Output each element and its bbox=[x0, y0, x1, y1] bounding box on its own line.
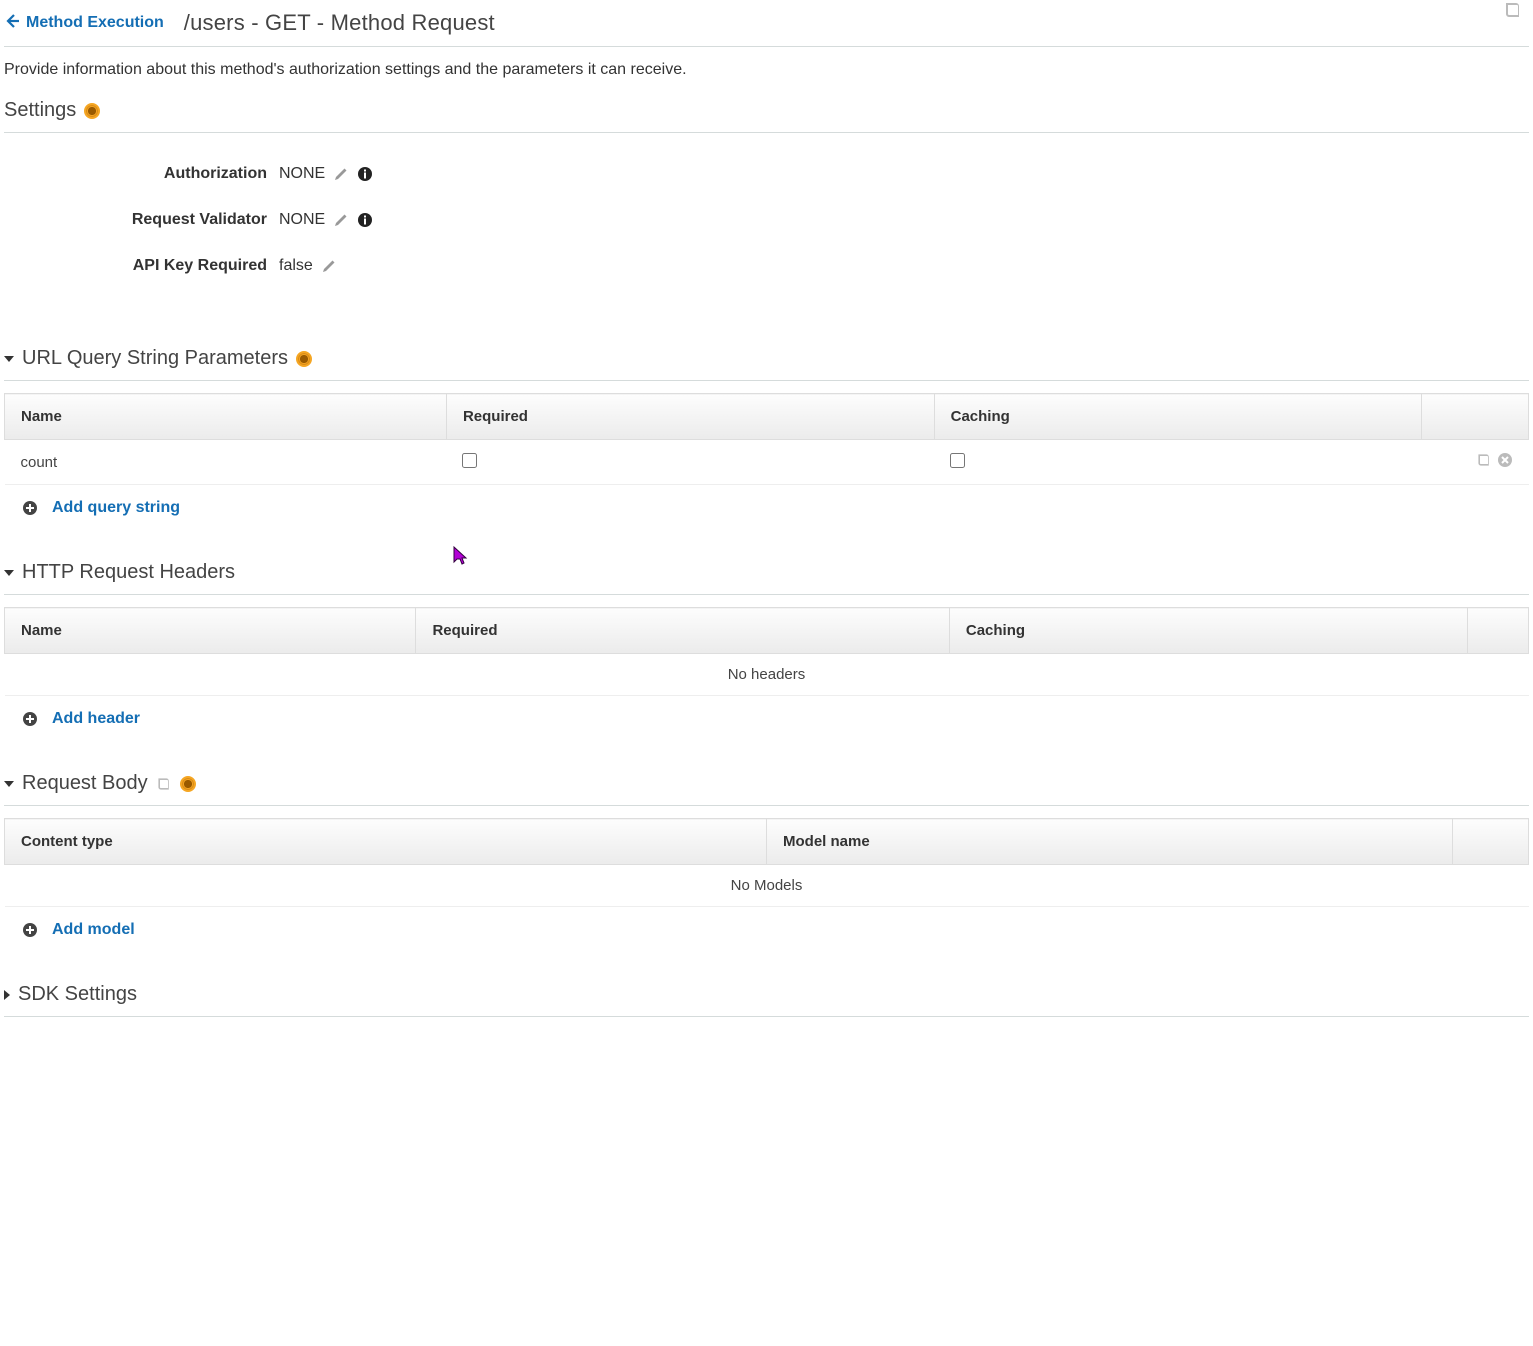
query-params-table: Name Required Caching count bbox=[4, 393, 1529, 485]
plus-circle-icon[interactable] bbox=[22, 500, 38, 516]
section-query-params: URL Query String Parameters Name Require… bbox=[4, 337, 1529, 523]
required-checkbox[interactable] bbox=[462, 453, 477, 468]
cell-caching bbox=[934, 440, 1422, 485]
settings-key: Request Validator bbox=[4, 211, 279, 229]
caret-right-icon[interactable] bbox=[4, 990, 10, 1000]
section-heading-sdk-settings[interactable]: SDK Settings bbox=[4, 973, 1529, 1017]
pencil-icon[interactable] bbox=[321, 258, 337, 274]
col-required: Required bbox=[446, 394, 934, 440]
col-actions bbox=[1468, 608, 1529, 654]
col-actions bbox=[1422, 394, 1529, 440]
documentation-icon[interactable] bbox=[1503, 0, 1523, 20]
section-heading-http-headers-label: HTTP Request Headers bbox=[22, 561, 235, 584]
caret-down-icon[interactable] bbox=[4, 781, 14, 787]
col-model-name: Model name bbox=[767, 819, 1453, 865]
col-caching: Caching bbox=[949, 608, 1467, 654]
table-row: count bbox=[5, 440, 1529, 485]
add-query-string-row: Add query string bbox=[4, 485, 1529, 523]
arrow-left-icon bbox=[4, 13, 20, 34]
section-heading-settings: Settings bbox=[4, 89, 1529, 133]
back-link[interactable]: Method Execution bbox=[4, 13, 164, 34]
settings-row-api-key-required: API Key Required false bbox=[4, 243, 1529, 289]
caret-down-icon[interactable] bbox=[4, 570, 14, 576]
add-header-row: Add header bbox=[4, 696, 1529, 734]
page-title: /users - GET - Method Request bbox=[184, 10, 495, 36]
documentation-icon[interactable] bbox=[156, 776, 172, 792]
empty-text: No Models bbox=[5, 865, 1529, 907]
info-icon[interactable] bbox=[357, 212, 373, 228]
add-model-row: Add model bbox=[4, 907, 1529, 945]
section-heading-query-params[interactable]: URL Query String Parameters bbox=[4, 337, 1529, 381]
settings-key: Authorization bbox=[4, 165, 279, 183]
cell-name: count bbox=[5, 440, 447, 485]
section-request-body: Request Body Content type Model name No … bbox=[4, 762, 1529, 945]
section-heading-request-body[interactable]: Request Body bbox=[4, 762, 1529, 806]
badge-dot-icon bbox=[180, 776, 196, 792]
empty-row: No headers bbox=[5, 654, 1529, 696]
settings-key: API Key Required bbox=[4, 257, 279, 275]
add-model-link[interactable]: Add model bbox=[52, 921, 135, 939]
badge-dot-icon bbox=[84, 103, 100, 119]
page-description: Provide information about this method's … bbox=[4, 47, 1529, 89]
documentation-icon[interactable] bbox=[1476, 452, 1492, 468]
settings-value: NONE bbox=[279, 211, 325, 229]
section-sdk-settings: SDK Settings bbox=[4, 973, 1529, 1017]
col-content-type: Content type bbox=[5, 819, 767, 865]
settings-block: Authorization NONE Request Validator NON… bbox=[4, 133, 1529, 309]
pencil-icon[interactable] bbox=[333, 212, 349, 228]
section-heading-http-headers[interactable]: HTTP Request Headers bbox=[4, 551, 1529, 595]
col-caching: Caching bbox=[934, 394, 1422, 440]
empty-text: No headers bbox=[5, 654, 1529, 696]
delete-icon[interactable] bbox=[1497, 452, 1513, 468]
col-name: Name bbox=[5, 608, 416, 654]
pencil-icon[interactable] bbox=[333, 166, 349, 182]
settings-row-authorization: Authorization NONE bbox=[4, 151, 1529, 197]
add-header-link[interactable]: Add header bbox=[52, 710, 140, 728]
settings-value: false bbox=[279, 257, 313, 275]
empty-row: No Models bbox=[5, 865, 1529, 907]
body-table: Content type Model name No Models bbox=[4, 818, 1529, 907]
cell-required bbox=[446, 440, 934, 485]
back-link-label: Method Execution bbox=[26, 14, 164, 32]
caching-checkbox[interactable] bbox=[950, 453, 965, 468]
section-heading-request-body-label: Request Body bbox=[22, 772, 148, 795]
header-bar: Method Execution /users - GET - Method R… bbox=[4, 2, 1529, 47]
plus-circle-icon[interactable] bbox=[22, 711, 38, 727]
badge-dot-icon bbox=[296, 351, 312, 367]
headers-table: Name Required Caching No headers bbox=[4, 607, 1529, 696]
col-required: Required bbox=[416, 608, 949, 654]
plus-circle-icon[interactable] bbox=[22, 922, 38, 938]
add-query-string-link[interactable]: Add query string bbox=[52, 499, 180, 517]
section-http-headers: HTTP Request Headers Name Required Cachi… bbox=[4, 551, 1529, 734]
caret-down-icon[interactable] bbox=[4, 356, 14, 362]
col-name: Name bbox=[5, 394, 447, 440]
col-actions bbox=[1452, 819, 1528, 865]
section-heading-sdk-settings-label: SDK Settings bbox=[18, 983, 137, 1006]
info-icon[interactable] bbox=[357, 166, 373, 182]
settings-value: NONE bbox=[279, 165, 325, 183]
section-heading-query-params-label: URL Query String Parameters bbox=[22, 347, 288, 370]
settings-row-request-validator: Request Validator NONE bbox=[4, 197, 1529, 243]
section-heading-settings-label: Settings bbox=[4, 99, 76, 122]
